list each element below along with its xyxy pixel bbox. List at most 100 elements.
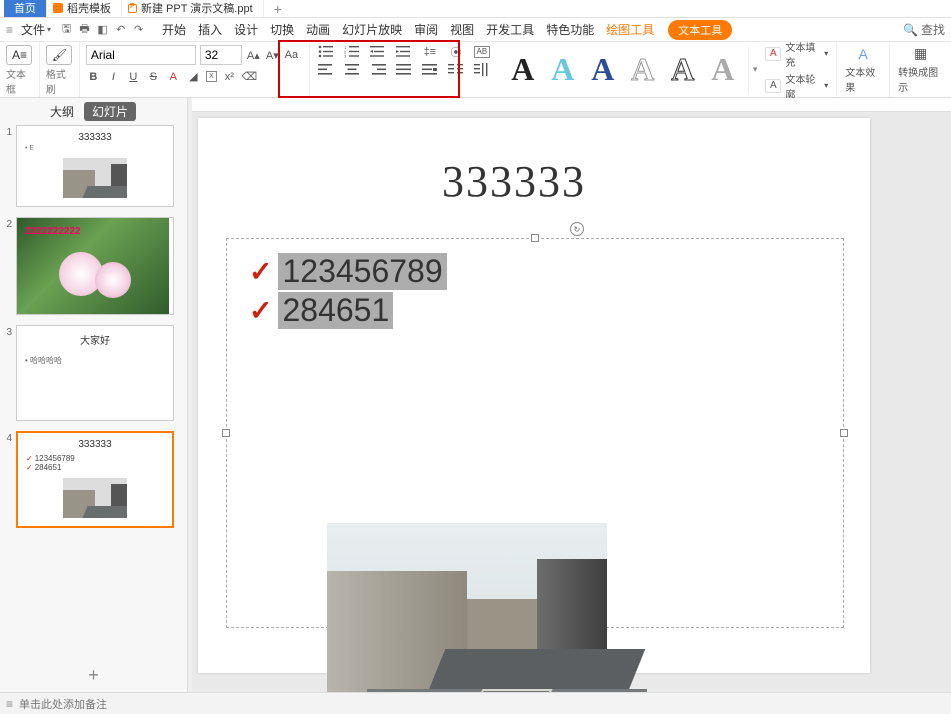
charspacing-icon[interactable]: AB [474,46,490,58]
wordart-style-2[interactable]: A [546,51,580,89]
highlight-icon[interactable]: ◢ [186,69,201,84]
thumbnail-1[interactable]: 1 333333 • E [4,125,187,207]
panel-tabs: 大纲 幻灯片 [0,98,187,125]
tab-transition[interactable]: 切换 [270,21,294,38]
file-menu[interactable]: 文件 ▾ [17,21,55,38]
slide-editor: 333333 ↻ ✓ 123456789 ✓ 284651 [192,98,951,692]
panel-tab-outline[interactable]: 大纲 [50,103,74,120]
chevron-down-icon: ▾ [824,81,828,90]
convert-icon[interactable]: ▦ [908,45,934,62]
svg-text:3: 3 [344,53,347,58]
thumbnail-4[interactable]: 4 333333 ✓123456789 ✓284651 [4,431,187,528]
tab-developer[interactable]: 开发工具 [486,21,534,38]
tab-feature[interactable]: 特色功能 [546,21,594,38]
bullets-icon[interactable] [318,45,334,58]
charborder-icon[interactable]: X [206,71,217,82]
indent-inc-icon[interactable] [396,45,412,58]
resize-handle-e[interactable] [840,429,848,437]
bullet-item-1[interactable]: ✓ 123456789 [249,253,843,290]
underline-icon[interactable]: U [126,69,141,84]
notes-bar[interactable]: ≡ 单击此处添加备注 [0,692,951,714]
rotate-handle-icon[interactable]: ↻ [570,222,584,236]
qat-save-icon[interactable]: 🖫 [59,22,74,37]
columns-icon[interactable] [448,63,464,76]
tab-view[interactable]: 视图 [450,21,474,38]
grow-font-icon[interactable]: A▴ [246,48,261,63]
superscript-icon[interactable]: x² [222,69,237,84]
docke-icon [53,3,63,13]
tab-home[interactable]: 首页 [4,0,47,17]
ruler [192,98,951,112]
align-center-icon[interactable] [344,63,360,76]
qat-redo-icon[interactable]: ↷ [131,22,146,37]
text-fill-button[interactable]: A文本填充▾ [765,39,828,69]
align-left-icon[interactable] [318,63,334,76]
text-direction-icon[interactable]: ⦿ [448,45,464,58]
group-font: A▴ A▾ Aa B I U S A ◢ X x² ⌫ [80,42,310,97]
group-paragraph: 123 ‡≡ ⦿ AB [310,42,498,97]
bold-icon[interactable]: B [86,69,101,84]
tab-docke-templates[interactable]: 稻壳模板 [47,0,122,17]
thumbnail-3[interactable]: 3 大家好 • 哈哈哈哈 [4,325,187,421]
italic-icon[interactable]: I [106,69,121,84]
wordart-style-5[interactable]: A [666,51,700,89]
content-textframe[interactable]: ✓ 123456789 ✓ 284651 [226,238,844,628]
group-textstyle: A文本填充▾ A文本轮廓▾ [757,42,837,97]
tab-design[interactable]: 设计 [234,21,258,38]
wordart-style-1[interactable]: A [506,51,540,89]
align-justify-icon[interactable] [396,63,412,76]
textbox-label: 文本框 [6,66,33,96]
tab-animation[interactable]: 动画 [306,21,330,38]
textbox-icon[interactable]: A≡ [6,45,32,65]
resize-handle-w[interactable] [222,429,230,437]
file-menu-label: 文件 [21,21,45,38]
qat-print-icon[interactable]: 🖶 [77,22,92,37]
tab-insert[interactable]: 插入 [198,21,222,38]
formatpainter-icon[interactable]: 🖌 [46,45,72,65]
tab-slideshow[interactable]: 幻灯片放映 [342,21,402,38]
slide-photo[interactable] [327,523,607,692]
strike-icon[interactable]: S [146,69,161,84]
thumbnail-2[interactable]: 2 2222222222 [4,217,187,315]
font-family-input[interactable] [86,45,196,65]
tab-start[interactable]: 开始 [162,21,186,38]
qat-undo-icon[interactable]: ↶ [113,22,128,37]
add-slide-button[interactable]: + [0,659,187,692]
text-vertical-icon[interactable] [474,63,490,76]
menu-collapse-icon[interactable]: ≡ [6,23,13,37]
clearfmt-icon[interactable]: ⌫ [242,69,257,84]
panel-tab-slides[interactable]: 幻灯片 [84,102,136,121]
slide-canvas[interactable]: 333333 ↻ ✓ 123456789 ✓ 284651 [198,118,870,673]
thumb-title: 333333 [25,132,165,143]
text-outline-button[interactable]: A文本轮廓▾ [765,71,828,101]
slide-title[interactable]: 333333 [192,156,850,207]
wordart-style-4[interactable]: A [626,51,660,89]
wordart-style-3[interactable]: A [586,51,620,89]
bullet-list: ✓ 123456789 ✓ 284651 [227,239,843,329]
align-distribute-icon[interactable] [422,63,438,76]
align-right-icon[interactable] [370,63,386,76]
tab-newppt[interactable]: 新建 PPT 演示文稿.ppt [122,0,264,17]
group-wordart: A A A A A A ▾ [498,42,758,97]
font-size-input[interactable] [200,45,242,65]
font-color-icon[interactable]: A [166,69,181,84]
line-spacing-icon[interactable]: ‡≡ [422,45,438,58]
wordart-style-6[interactable]: A [706,51,740,89]
tab-review[interactable]: 审阅 [414,21,438,38]
indent-dec-icon[interactable] [370,45,386,58]
tab-add[interactable]: + [264,1,292,17]
thumb-image-icon [63,158,127,198]
resize-handle-n[interactable] [531,234,539,242]
bullet-item-2[interactable]: ✓ 284651 [249,292,843,329]
shrink-font-icon[interactable]: A▾ [265,48,280,63]
tab-drawingtools[interactable]: 绘图工具 [606,21,654,38]
change-case-icon[interactable]: Aa [284,48,299,63]
qat-preview-icon[interactable]: ◧ [95,22,110,37]
numbering-icon[interactable]: 123 [344,45,360,58]
chevron-down-icon: ▾ [824,49,828,58]
search-box[interactable]: 🔍 查找 [903,21,945,38]
group-formatpainter: 🖌 格式刷 [40,42,80,97]
text-effect-icon[interactable]: A [850,46,876,62]
thumb-number: 2 [4,217,12,230]
tab-texttools-active[interactable]: 文本工具 [668,20,732,40]
